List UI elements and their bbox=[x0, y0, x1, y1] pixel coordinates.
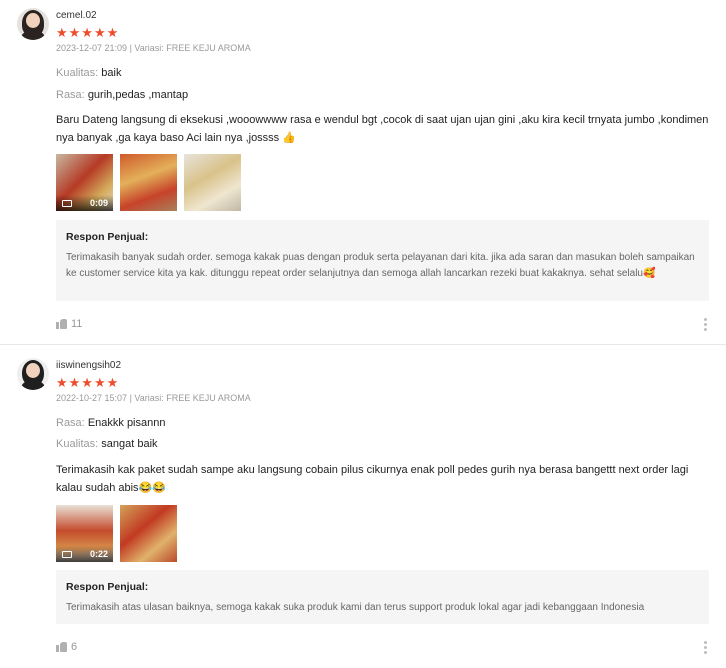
rating-stars: ★★★★★ bbox=[56, 375, 120, 390]
video-camera-icon bbox=[62, 200, 72, 207]
review-video-thumbnail[interactable]: 0:22 bbox=[56, 505, 113, 562]
review-video-thumbnail[interactable]: 0:09 bbox=[56, 154, 113, 211]
review-attribute: Rasa: gurih,pedas ,mantap bbox=[56, 89, 188, 101]
review-image-thumbnail[interactable] bbox=[120, 505, 177, 562]
attribute-value: gurih,pedas ,mantap bbox=[87, 89, 189, 101]
review-meta: 2023-12-07 21:09 | Variasi: FREE KEJU AR… bbox=[56, 43, 251, 53]
review-attribute: Rasa: Enakkk pisannn bbox=[56, 417, 165, 429]
review-date: 2023-12-07 21:09 bbox=[56, 43, 128, 53]
like-button[interactable]: 6 bbox=[56, 641, 77, 653]
seller-response-text: Terimakasih banyak sudah order. semoga k… bbox=[66, 252, 695, 279]
more-options-icon[interactable] bbox=[704, 641, 708, 656]
review-divider bbox=[0, 344, 726, 345]
video-camera-icon bbox=[62, 551, 72, 558]
reviewer-name: cemel.02 bbox=[56, 10, 97, 21]
more-options-icon[interactable] bbox=[704, 318, 708, 333]
seller-response-text: Terimakasih atas ulasan baiknya, semoga … bbox=[66, 602, 645, 613]
seller-response: Respon Penjual: Terimakasih banyak sudah… bbox=[56, 220, 709, 301]
like-button[interactable]: 11 bbox=[56, 318, 82, 330]
review-meta: 2022-10-27 15:07 | Variasi: FREE KEJU AR… bbox=[56, 393, 251, 403]
review-item: cemel.02 ★★★★★ 2023-12-07 21:09 | Varias… bbox=[0, 0, 726, 345]
avatar[interactable] bbox=[17, 8, 49, 40]
attribute-key: Rasa: bbox=[56, 89, 85, 101]
attribute-key: Kualitas: bbox=[56, 438, 99, 450]
thumb-up-icon bbox=[56, 642, 67, 652]
seller-response-title: Respon Penjual: bbox=[66, 231, 149, 243]
attribute-value: Enakkk pisannn bbox=[87, 417, 166, 429]
rating-stars: ★★★★★ bbox=[56, 25, 120, 40]
variant-label: Variasi: FREE KEJU AROMA bbox=[134, 43, 251, 53]
review-item: iiswinengsih02 ★★★★★ 2022-10-27 15:07 | … bbox=[0, 350, 726, 668]
like-count: 11 bbox=[71, 318, 83, 330]
variant-label: Variasi: FREE KEJU AROMA bbox=[134, 393, 251, 403]
review-date: 2022-10-27 15:07 bbox=[56, 393, 128, 403]
attribute-key: Rasa: bbox=[56, 417, 85, 429]
video-duration: 0:22 bbox=[89, 549, 108, 559]
thumb-up-icon bbox=[56, 319, 67, 329]
avatar[interactable] bbox=[17, 358, 49, 390]
video-duration: 0:09 bbox=[89, 198, 108, 208]
review-text: Terimakasih kak paket sudah sampe aku la… bbox=[56, 464, 689, 494]
reviewer-name: iiswinengsih02 bbox=[56, 360, 122, 371]
attribute-key: Kualitas: bbox=[56, 67, 99, 79]
review-attribute: Kualitas: sangat baik bbox=[56, 438, 158, 450]
review-image-thumbnail[interactable] bbox=[120, 154, 177, 211]
seller-response-title: Respon Penjual: bbox=[66, 581, 149, 593]
like-count: 6 bbox=[71, 641, 78, 653]
attribute-value: baik bbox=[101, 67, 122, 79]
review-attribute: Kualitas: baik bbox=[56, 67, 121, 79]
review-image-thumbnail[interactable] bbox=[184, 154, 241, 211]
review-text: Baru Dateng langsung di eksekusi ,woooww… bbox=[56, 114, 709, 144]
seller-response: Respon Penjual: Terimakasih atas ulasan … bbox=[56, 570, 709, 624]
attribute-value: sangat baik bbox=[101, 438, 158, 450]
